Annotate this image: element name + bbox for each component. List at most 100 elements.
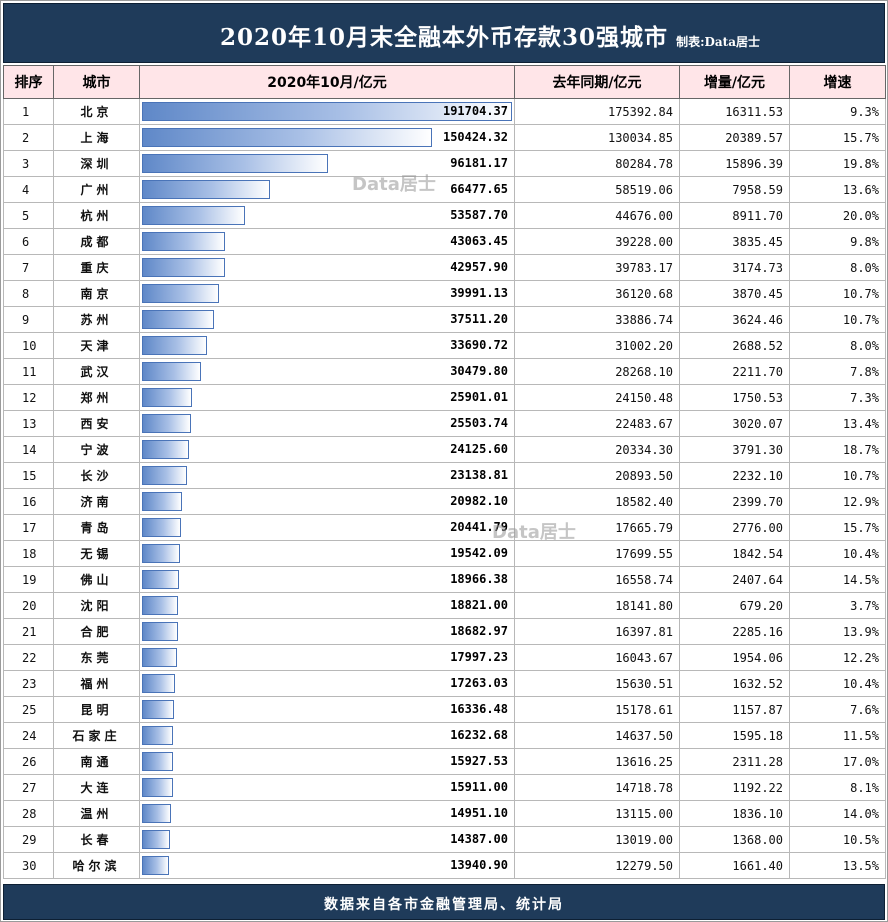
growth-cell: 10.7% xyxy=(789,306,886,333)
growth-cell: 7.6% xyxy=(789,696,886,723)
last-year-cell: 13019.00 xyxy=(514,826,680,853)
rank-cell: 9 xyxy=(3,306,54,333)
increase-cell: 3835.45 xyxy=(679,228,790,255)
current-value-label: 37511.20 xyxy=(450,312,508,326)
current-value-label: 18966.38 xyxy=(450,572,508,586)
table-row: 13 西安 25503.74 22483.67 3020.07 13.4% xyxy=(3,410,886,437)
current-cell: 18966.38 xyxy=(139,566,515,593)
growth-cell: 15.7% xyxy=(789,124,886,151)
rank-cell: 19 xyxy=(3,566,54,593)
table-row: 20 沈阳 18821.00 18141.80 679.20 3.7% xyxy=(3,592,886,619)
source-note: 数据来自各市金融管理局、统计局 xyxy=(324,897,564,913)
data-bar xyxy=(142,284,219,303)
growth-cell: 7.8% xyxy=(789,358,886,385)
current-value-label: 14387.00 xyxy=(450,832,508,846)
current-value-label: 25901.01 xyxy=(450,390,508,404)
current-cell: 30479.80 xyxy=(139,358,515,385)
current-cell: 25503.74 xyxy=(139,410,515,437)
last-year-cell: 15630.51 xyxy=(514,670,680,697)
current-value-label: 17997.23 xyxy=(450,650,508,664)
current-cell: 191704.37 xyxy=(139,98,515,125)
data-bar xyxy=(142,804,171,823)
city-cell: 宁波 xyxy=(53,436,140,463)
increase-cell: 2407.64 xyxy=(679,566,790,593)
data-bar xyxy=(142,466,187,485)
current-cell: 37511.20 xyxy=(139,306,515,333)
rank-cell: 15 xyxy=(3,462,54,489)
title-bar: 2020年10月末全融本外币存款30强城市 制表:Data居士 xyxy=(3,3,885,63)
city-cell: 济南 xyxy=(53,488,140,515)
rank-cell: 25 xyxy=(3,696,54,723)
table-row: 18 无锡 19542.09 17699.55 1842.54 10.4% xyxy=(3,540,886,567)
last-year-cell: 28268.10 xyxy=(514,358,680,385)
table-row: 5 杭州 53587.70 44676.00 8911.70 20.0% xyxy=(3,202,886,229)
data-bar xyxy=(142,154,328,173)
increase-cell: 1368.00 xyxy=(679,826,790,853)
increase-cell: 7958.59 xyxy=(679,176,790,203)
data-bar xyxy=(142,570,179,589)
table-row: 27 大连 15911.00 14718.78 1192.22 8.1% xyxy=(3,774,886,801)
increase-cell: 3174.73 xyxy=(679,254,790,281)
growth-cell: 10.4% xyxy=(789,540,886,567)
last-year-cell: 16558.74 xyxy=(514,566,680,593)
column-header-current: 2020年10月/亿元 xyxy=(139,65,515,99)
table-row: 16 济南 20982.10 18582.40 2399.70 12.9% xyxy=(3,488,886,515)
rank-cell: 24 xyxy=(3,722,54,749)
table-row: 4 广州 66477.65 58519.06 7958.59 13.6% xyxy=(3,176,886,203)
city-cell: 长春 xyxy=(53,826,140,853)
current-value-label: 33690.72 xyxy=(450,338,508,352)
current-value-label: 18821.00 xyxy=(450,598,508,612)
last-year-cell: 13115.00 xyxy=(514,800,680,827)
table-row: 7 重庆 42957.90 39783.17 3174.73 8.0% xyxy=(3,254,886,281)
table-row: 22 东莞 17997.23 16043.67 1954.06 12.2% xyxy=(3,644,886,671)
rank-cell: 4 xyxy=(3,176,54,203)
last-year-cell: 15178.61 xyxy=(514,696,680,723)
growth-cell: 13.4% xyxy=(789,410,886,437)
column-header-growth: 增速 xyxy=(789,65,886,99)
current-value-label: 66477.65 xyxy=(450,182,508,196)
rank-cell: 13 xyxy=(3,410,54,437)
growth-cell: 11.5% xyxy=(789,722,886,749)
last-year-cell: 175392.84 xyxy=(514,98,680,125)
city-cell: 杭州 xyxy=(53,202,140,229)
table-row: 8 南京 39991.13 36120.68 3870.45 10.7% xyxy=(3,280,886,307)
data-bar xyxy=(142,258,225,277)
growth-cell: 8.0% xyxy=(789,254,886,281)
last-year-cell: 17699.55 xyxy=(514,540,680,567)
growth-cell: 3.7% xyxy=(789,592,886,619)
city-cell: 郑州 xyxy=(53,384,140,411)
table-header-row: 排序 城市 2020年10月/亿元 去年同期/亿元 增量/亿元 增速 xyxy=(3,65,886,99)
current-cell: 23138.81 xyxy=(139,462,515,489)
current-value-label: 20982.10 xyxy=(450,494,508,508)
rank-cell: 5 xyxy=(3,202,54,229)
current-cell: 16336.48 xyxy=(139,696,515,723)
increase-cell: 679.20 xyxy=(679,592,790,619)
growth-cell: 18.7% xyxy=(789,436,886,463)
rank-cell: 7 xyxy=(3,254,54,281)
increase-cell: 3624.46 xyxy=(679,306,790,333)
increase-cell: 1595.18 xyxy=(679,722,790,749)
city-cell: 大连 xyxy=(53,774,140,801)
current-value-label: 24125.60 xyxy=(450,442,508,456)
last-year-cell: 14637.50 xyxy=(514,722,680,749)
rank-cell: 30 xyxy=(3,852,54,879)
rank-cell: 21 xyxy=(3,618,54,645)
current-cell: 17997.23 xyxy=(139,644,515,671)
city-cell: 北京 xyxy=(53,98,140,125)
last-year-cell: 22483.67 xyxy=(514,410,680,437)
table-row: 26 南通 15927.53 13616.25 2311.28 17.0% xyxy=(3,748,886,775)
current-cell: 17263.03 xyxy=(139,670,515,697)
growth-cell: 14.5% xyxy=(789,566,886,593)
rank-cell: 27 xyxy=(3,774,54,801)
table-row: 19 佛山 18966.38 16558.74 2407.64 14.5% xyxy=(3,566,886,593)
current-value-label: 96181.17 xyxy=(450,156,508,170)
table-row: 28 温州 14951.10 13115.00 1836.10 14.0% xyxy=(3,800,886,827)
table-row: 25 昆明 16336.48 15178.61 1157.87 7.6% xyxy=(3,696,886,723)
city-cell: 哈尔滨 xyxy=(53,852,140,879)
current-cell: 96181.17 xyxy=(139,150,515,177)
data-bar xyxy=(142,726,173,745)
rank-cell: 23 xyxy=(3,670,54,697)
increase-cell: 1954.06 xyxy=(679,644,790,671)
rank-cell: 18 xyxy=(3,540,54,567)
current-value-label: 19542.09 xyxy=(450,546,508,560)
